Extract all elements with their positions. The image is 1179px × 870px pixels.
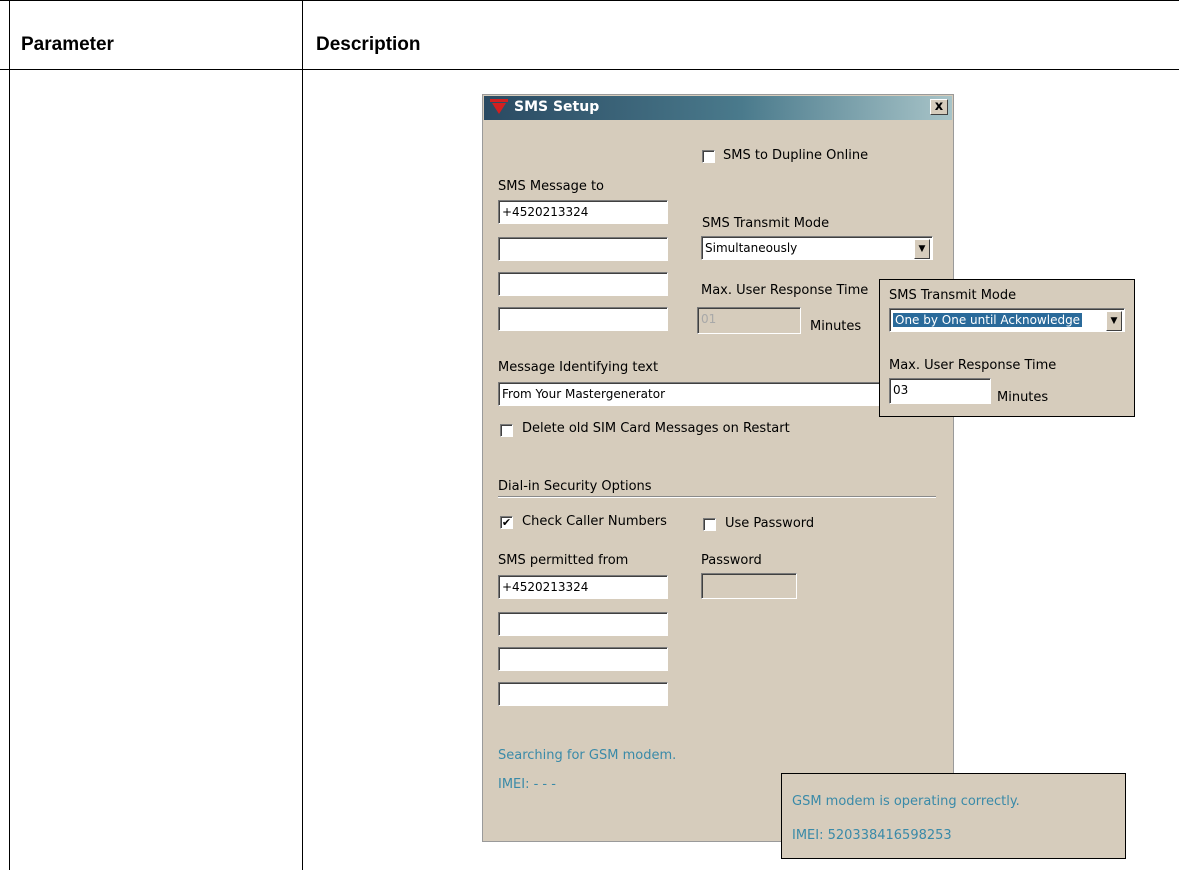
sms-number-field-2[interactable]	[498, 237, 668, 261]
sms-number-field-4[interactable]	[498, 307, 668, 331]
header-parameter: Parameter	[21, 34, 114, 55]
callout-transmit-mode-label: SMS Transmit Mode	[889, 288, 1017, 303]
sms-to-dupline-checkbox[interactable]	[702, 150, 715, 163]
callout-transmit-mode-select[interactable]: One by One until Acknowledge ▼	[889, 308, 1125, 332]
imei-text: IMEI: - - -	[498, 777, 556, 792]
chevron-down-icon[interactable]: ▼	[914, 239, 930, 259]
callout-transmit-mode-value: One by One until Acknowledge	[893, 313, 1083, 327]
use-password-label: Use Password	[725, 516, 815, 531]
password-field[interactable]	[701, 573, 797, 599]
permitted-number-field-4[interactable]	[498, 682, 668, 706]
transmit-mode-label: SMS Transmit Mode	[702, 216, 830, 231]
transmit-mode-value: Simultaneously	[705, 241, 798, 255]
table-column-divider	[302, 0, 303, 870]
security-section-label: Dial-in Security Options	[498, 479, 652, 494]
identifying-text-field[interactable]: From Your Mastergenerator	[498, 382, 880, 406]
permitted-number-field-1[interactable]: +4520213324	[498, 575, 668, 599]
sms-setup-dialog: SMS Setup x SMS to Dupline Online SMS Me…	[482, 94, 954, 842]
callout-imei-text: IMEI: 520338416598253	[792, 828, 952, 843]
close-button[interactable]: x	[930, 99, 948, 115]
transmit-mode-callout: SMS Transmit Mode One by One until Ackno…	[879, 279, 1135, 417]
use-password-checkbox[interactable]	[703, 518, 716, 531]
sms-message-to-label: SMS Message to	[498, 179, 605, 194]
sms-to-dupline-label: SMS to Dupline Online	[723, 148, 869, 163]
transmit-mode-select[interactable]: Simultaneously ▼	[701, 236, 933, 260]
app-logo-icon	[490, 99, 508, 114]
dialog-titlebar: SMS Setup x	[484, 96, 952, 120]
delete-old-sim-checkbox[interactable]	[500, 424, 513, 437]
security-divider	[498, 496, 936, 498]
max-response-field[interactable]: 01	[697, 307, 801, 334]
modem-status-callout: GSM modem is operating correctly. IMEI: …	[781, 773, 1126, 859]
callout-response-unit: Minutes	[997, 390, 1049, 405]
table-left-border	[9, 0, 10, 870]
max-response-label: Max. User Response Time	[701, 283, 869, 298]
permitted-number-field-3[interactable]	[498, 647, 668, 671]
callout-response-field[interactable]: 03	[889, 378, 991, 404]
check-caller-checkbox[interactable]: ✔	[500, 516, 513, 529]
table-header-divider	[0, 69, 1179, 70]
status-text: Searching for GSM modem.	[498, 748, 677, 763]
identifying-text-label: Message Identifying text	[498, 360, 659, 375]
chevron-down-icon[interactable]: ▼	[1106, 311, 1122, 331]
dialog-title: SMS Setup	[514, 99, 600, 115]
permitted-number-field-2[interactable]	[498, 612, 668, 636]
check-caller-label: Check Caller Numbers	[522, 514, 667, 529]
header-description: Description	[316, 34, 421, 55]
sms-permitted-label: SMS permitted from	[498, 553, 629, 568]
sms-number-field-1[interactable]: +4520213324	[498, 200, 668, 224]
callout-response-label: Max. User Response Time	[889, 358, 1057, 373]
max-response-unit: Minutes	[810, 319, 862, 334]
callout-status-text: GSM modem is operating correctly.	[792, 794, 1020, 809]
sms-number-field-3[interactable]	[498, 272, 668, 296]
password-label: Password	[701, 553, 762, 568]
delete-old-sim-label: Delete old SIM Card Messages on Restart	[522, 421, 790, 436]
table-top-border	[0, 0, 1179, 1]
